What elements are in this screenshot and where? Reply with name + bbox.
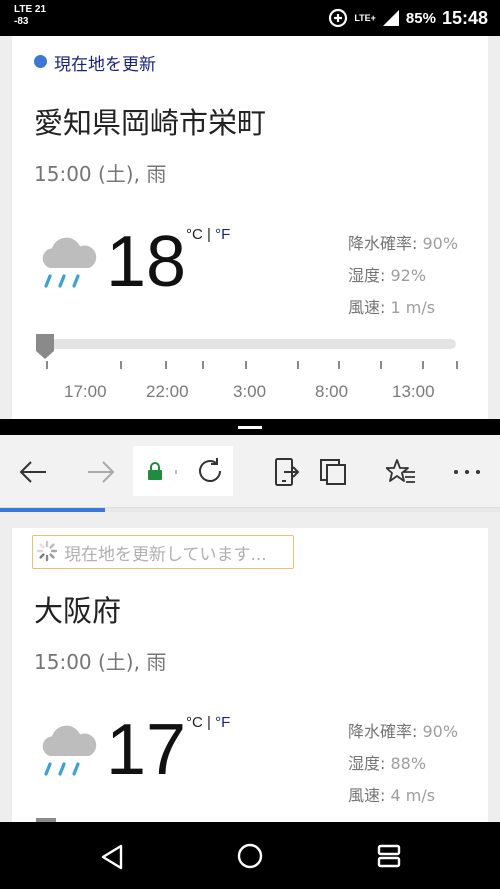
- timeline-label: 17:00: [64, 382, 107, 401]
- status-bar: LTE 21 -83 LTE+ 85% 15:48: [0, 0, 500, 36]
- precipitation-stat: 降水確率: 90%: [348, 718, 458, 742]
- precipitation-stat: 降水確率: 90%: [348, 230, 458, 254]
- unit-toggle: °C | °F: [186, 226, 230, 243]
- rain-cloud-icon: [42, 725, 97, 776]
- more-icon: [454, 469, 480, 474]
- signal-network-label: LTE 21: [14, 4, 47, 15]
- favorites-star-icon: [386, 458, 415, 483]
- back-triangle-icon[interactable]: [100, 844, 124, 870]
- celsius-toggle[interactable]: °C: [186, 714, 203, 731]
- timeline-tick: [120, 361, 122, 369]
- timeline-label: 13:00: [392, 382, 435, 401]
- loading-spinner-icon: [36, 540, 58, 562]
- address-bar[interactable]: [133, 446, 233, 496]
- forward-arrow-icon: [88, 460, 115, 483]
- navigation-bar: [0, 822, 500, 889]
- timeline-slider-track[interactable]: [36, 339, 456, 349]
- unit-toggle: °C | °F: [186, 714, 230, 731]
- timeline-slider-handle[interactable]: [34, 332, 56, 360]
- humidity-label: 湿度:: [348, 266, 386, 285]
- celsius-toggle[interactable]: °C: [186, 226, 203, 243]
- favorites-button[interactable]: [378, 435, 424, 508]
- lock-icon: [148, 462, 162, 480]
- back-button[interactable]: [10, 435, 56, 508]
- humidity-label: 湿度:: [348, 754, 386, 773]
- back-arrow-icon: [19, 460, 46, 483]
- home-circle-icon[interactable]: [237, 843, 263, 869]
- wind-stat: 風速: 4 m/s: [348, 782, 435, 806]
- data-saver-icon: [329, 8, 348, 28]
- share-button[interactable]: [264, 435, 310, 508]
- signal-strength-icon: [382, 10, 399, 26]
- signal-info: LTE 21 -83: [14, 4, 46, 28]
- humidity-value: 88%: [385, 754, 427, 773]
- humidity-stat: 湿度: 88%: [348, 750, 426, 774]
- update-location-link[interactable]: 現在地を更新: [54, 50, 156, 75]
- status-right: LTE+ 85% 15:48: [328, 6, 488, 30]
- url-text-fragment: [175, 470, 177, 474]
- clock: 15:48: [441, 7, 488, 28]
- timeline-label: 8:00: [315, 382, 349, 401]
- battery-percent: 85%: [405, 9, 436, 27]
- timeline-tick: [422, 361, 424, 369]
- split-screen-divider[interactable]: [0, 419, 500, 435]
- recents-icon[interactable]: [377, 844, 401, 868]
- weather-card-top: 現在地を更新 愛知県岡崎市栄町 15:00 (土), 雨 18 °C | °F …: [12, 36, 488, 419]
- timeline-tick: [338, 361, 340, 369]
- timeline-tick: [245, 361, 247, 369]
- more-button[interactable]: [444, 435, 490, 508]
- unit-separator: |: [202, 714, 216, 731]
- wind-value: 1 m/s: [385, 298, 436, 317]
- timeline-label: 3:00: [233, 382, 267, 401]
- signal-strength-label: -83: [14, 16, 29, 27]
- location-name: 大阪府: [34, 594, 122, 628]
- timeline-tick: [46, 361, 48, 369]
- share-icon: [275, 457, 300, 486]
- precipitation-label: 降水確率:: [348, 234, 418, 253]
- divider-handle[interactable]: [238, 426, 262, 429]
- weather-datetime: 15:00 (土), 雨: [34, 162, 167, 186]
- humidity-value: 92%: [385, 266, 427, 285]
- weather-datetime: 15:00 (土), 雨: [34, 650, 167, 674]
- timeline-tick: [202, 361, 204, 369]
- unit-separator: |: [202, 226, 216, 243]
- wind-stat: 風速: 1 m/s: [348, 294, 435, 318]
- browser-toolbar: [0, 435, 500, 508]
- timeline-tick: [297, 361, 299, 369]
- timeline-tick: [380, 361, 382, 369]
- forward-button[interactable]: [78, 435, 124, 508]
- rain-cloud-icon: [42, 237, 97, 288]
- timeline-tick: [165, 361, 167, 369]
- precipitation-label: 降水確率:: [348, 722, 418, 741]
- wind-label: 風速:: [348, 786, 386, 805]
- location-name: 愛知県岡崎市栄町: [34, 106, 267, 140]
- tabs-icon: [320, 458, 346, 485]
- precipitation-value: 90%: [417, 722, 459, 741]
- refresh-icon[interactable]: [195, 456, 225, 486]
- timeline-tick: [456, 361, 458, 369]
- temperature-value: 18: [106, 222, 187, 302]
- update-status-text: 現在地を更新しています...: [64, 545, 267, 565]
- temperature-value: 17: [106, 710, 187, 790]
- wind-label: 風速:: [348, 298, 386, 317]
- tabs-button[interactable]: [310, 435, 356, 508]
- fahrenheit-toggle[interactable]: °F: [215, 714, 230, 731]
- weather-card-bottom: 現在地を更新しています... 大阪府 15:00 (土), 雨 17 °C | …: [12, 528, 488, 822]
- timeline-label: 22:00: [146, 382, 189, 401]
- humidity-stat: 湿度: 92%: [348, 262, 426, 286]
- wind-value: 4 m/s: [385, 786, 436, 805]
- fahrenheit-toggle[interactable]: °F: [215, 226, 230, 243]
- network-type-label: LTE+: [354, 13, 376, 23]
- precipitation-value: 90%: [417, 234, 459, 253]
- location-dot-icon: [34, 55, 47, 68]
